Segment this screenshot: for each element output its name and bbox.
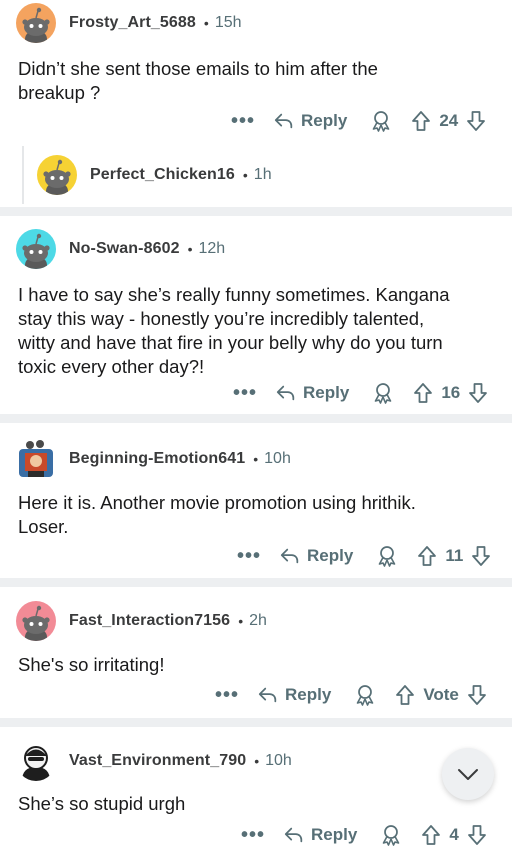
reply-arrow-icon [273, 110, 295, 132]
comment-body: I have to say she’s really funny sometim… [18, 284, 450, 377]
more-options-button[interactable]: ••• [233, 383, 257, 403]
vote-count: 24 [439, 111, 459, 130]
vote-count: Vote [423, 685, 459, 704]
comment-header: Frosty_Art_5688 • 15h [16, 3, 242, 43]
award-icon[interactable] [353, 683, 377, 707]
timestamp: 15h [214, 14, 242, 31]
avatar[interactable] [16, 601, 56, 641]
avatar[interactable] [16, 3, 56, 43]
username[interactable]: Vast_Environment_790 [69, 752, 246, 770]
upvote-arrow-icon[interactable] [395, 684, 415, 706]
timestamp: 10h [264, 450, 291, 467]
snoo-avatar-icon [16, 3, 56, 43]
reply-arrow-icon [279, 545, 301, 567]
username[interactable]: No-Swan-8602 [69, 240, 180, 258]
comment-header: Fast_Interaction7156 • 2h [16, 601, 267, 641]
comment-5: Vast_Environment_790 • 10h She’s so stup… [0, 727, 512, 849]
comment-divider [0, 578, 512, 587]
vote-count: 16 [441, 383, 461, 402]
comment-body: Didn’t she sent those emails to him afte… [18, 58, 378, 103]
comment-3: Beginning-Emotion641 • 10h Here it is. A… [0, 423, 512, 578]
comment-divider [0, 718, 512, 727]
vote-count: 11 [445, 546, 464, 565]
more-options-button[interactable]: ••• [237, 546, 261, 566]
custom-avatar-icon [22, 746, 50, 781]
downvote-arrow-icon[interactable] [468, 382, 488, 404]
vote-count: 4 [449, 825, 459, 844]
comment-divider [0, 414, 512, 423]
comment-actions: ••• Reply 24 [231, 106, 486, 136]
comment-header: Beginning-Emotion641 • 10h [16, 439, 291, 479]
separator-dot: • [242, 167, 248, 183]
username[interactable]: Frosty_Art_5688 [69, 14, 196, 32]
timestamp: 10h [265, 752, 292, 769]
award-icon[interactable] [379, 823, 403, 847]
downvote-arrow-icon[interactable] [467, 824, 487, 846]
reply-button[interactable]: Reply [275, 382, 349, 404]
reply-arrow-icon [257, 684, 279, 706]
award-icon[interactable] [369, 109, 393, 133]
reply-arrow-icon [283, 824, 305, 846]
comment-1: Frosty_Art_5688 • 15h Didn’t she sent th… [0, 0, 512, 207]
award-icon[interactable] [375, 544, 399, 568]
avatar[interactable] [37, 155, 77, 195]
reply-header: Perfect_Chicken16 • 1h [37, 155, 272, 195]
separator-dot: • [253, 451, 259, 467]
upvote-arrow-icon[interactable] [417, 545, 437, 567]
separator-dot: • [254, 753, 260, 769]
collapse-thread-button[interactable] [442, 748, 494, 800]
upvote-arrow-icon[interactable] [411, 110, 431, 132]
comment-actions: ••• Reply 4 [241, 820, 487, 849]
username[interactable]: Beginning-Emotion641 [69, 450, 245, 468]
upvote-arrow-icon[interactable] [413, 382, 433, 404]
comment-actions: ••• Reply 11 [237, 541, 491, 571]
timestamp: 12h [198, 240, 226, 257]
avatar[interactable] [16, 229, 56, 269]
comment-divider [0, 207, 512, 216]
reply-button[interactable]: Reply [283, 824, 357, 846]
comment-2: No-Swan-8602 • 12h I have to say she’s r… [0, 216, 512, 414]
downvote-arrow-icon[interactable] [467, 684, 487, 706]
upvote-arrow-icon[interactable] [421, 824, 441, 846]
more-options-button[interactable]: ••• [231, 111, 255, 131]
comment-body: She’s so stupid urgh [18, 793, 186, 814]
snoo-avatar-icon [16, 601, 56, 641]
comment-body: She's so irritating! [18, 654, 165, 675]
snoo-avatar-icon [37, 155, 77, 195]
username[interactable]: Perfect_Chicken16 [90, 166, 235, 184]
comment-body: Here it is. Another movie promotion usin… [18, 492, 416, 537]
comment-header: No-Swan-8602 • 12h [16, 229, 225, 269]
comment-header: Vast_Environment_790 • 10h [16, 741, 292, 781]
avatar[interactable] [16, 741, 56, 781]
comment-actions: ••• Reply 16 [233, 378, 488, 408]
downvote-arrow-icon[interactable] [471, 545, 491, 567]
username[interactable]: Fast_Interaction7156 [69, 612, 230, 630]
more-options-button[interactable]: ••• [215, 685, 239, 705]
comment-4: Fast_Interaction7156 • 2h She's so irrit… [0, 587, 512, 718]
comment-actions: ••• Reply Vote [215, 680, 487, 710]
downvote-arrow-icon[interactable] [466, 110, 486, 132]
reply-button[interactable]: Reply [257, 684, 331, 706]
reply-arrow-icon [275, 382, 297, 404]
avatar[interactable] [16, 439, 56, 479]
separator-dot: • [187, 241, 193, 257]
reply-button[interactable]: Reply [279, 545, 353, 567]
separator-dot: • [238, 613, 244, 629]
separator-dot: • [203, 15, 209, 31]
custom-avatar-icon [19, 440, 53, 477]
award-icon[interactable] [371, 381, 395, 405]
chevron-down-icon [458, 769, 478, 780]
timestamp: 1h [253, 166, 272, 183]
thread-line[interactable] [22, 146, 24, 204]
reply-button[interactable]: Reply [273, 110, 347, 132]
snoo-avatar-icon [16, 229, 56, 269]
more-options-button[interactable]: ••• [241, 825, 265, 845]
timestamp: 2h [249, 612, 267, 629]
